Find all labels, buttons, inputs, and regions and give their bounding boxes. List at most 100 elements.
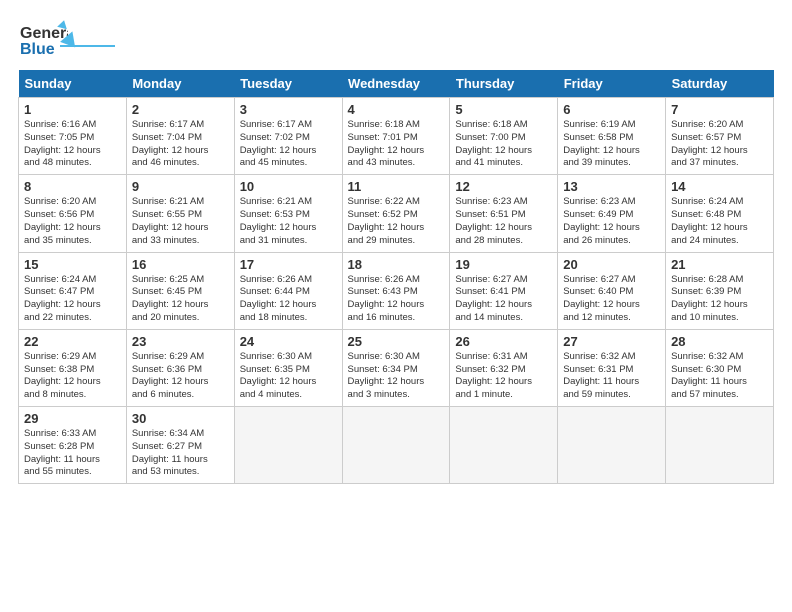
day-info: Sunrise: 6:31 AMSunset: 6:32 PMDaylight:… [455,351,552,402]
day-info: Sunrise: 6:23 AMSunset: 6:51 PMDaylight:… [455,196,552,247]
day-number: 17 [240,257,337,272]
day-number: 25 [348,334,445,349]
calendar-cell: 6Sunrise: 6:19 AMSunset: 6:58 PMDaylight… [558,98,666,175]
day-number: 15 [24,257,121,272]
weekday-header-sunday: Sunday [19,70,127,98]
weekday-header-tuesday: Tuesday [234,70,342,98]
day-number: 2 [132,102,229,117]
day-info: Sunrise: 6:30 AMSunset: 6:34 PMDaylight:… [348,351,445,402]
calendar-cell: 25 Sunrise: 6:30 AMSunset: 6:34 PMDayligh… [342,329,450,406]
week-row-4: 29 Sunrise: 6:33 AMSunset: 6:28 PMDayligh… [19,407,774,484]
day-number: 7 [671,102,768,117]
calendar-cell [450,407,558,484]
logo-underline [60,45,115,47]
day-number: 5 [455,102,552,117]
calendar-cell: 4 Sunrise: 6:18 AMSunset: 7:01 PMDaylight… [342,98,450,175]
day-number: 18 [348,257,445,272]
calendar-cell: 27 Sunrise: 6:32 AMSunset: 6:31 PMDayligh… [558,329,666,406]
day-info: Sunrise: 6:27 AMSunset: 6:41 PMDaylight:… [455,274,552,325]
day-info: Sunrise: 6:23 AMSunset: 6:49 PMDaylight:… [563,196,660,247]
day-info: Sunrise: 6:18 AMSunset: 7:00 PMDaylight:… [455,119,552,170]
day-info: Sunrise: 6:32 AMSunset: 6:30 PMDaylight:… [671,351,768,402]
day-info: Sunrise: 6:21 AMSunset: 6:53 PMDaylight:… [240,196,337,247]
calendar-cell: 10 Sunrise: 6:21 AMSunset: 6:53 PMDayligh… [234,175,342,252]
day-number: 12 [455,179,552,194]
calendar-cell: 20 Sunrise: 6:27 AMSunset: 6:40 PMDayligh… [558,252,666,329]
calendar-cell: 8 Sunrise: 6:20 AMSunset: 6:56 PMDaylight… [19,175,127,252]
calendar-cell: 15 Sunrise: 6:24 AMSunset: 6:47 PMDayligh… [19,252,127,329]
day-number: 26 [455,334,552,349]
weekday-header-friday: Friday [558,70,666,98]
day-info: Sunrise: 6:27 AMSunset: 6:40 PMDaylight:… [563,274,660,325]
calendar-cell: 13 Sunrise: 6:23 AMSunset: 6:49 PMDayligh… [558,175,666,252]
calendar-cell: 30 Sunrise: 6:34 AMSunset: 6:27 PMDayligh… [126,407,234,484]
day-info: Sunrise: 6:18 AMSunset: 7:01 PMDaylight:… [348,119,445,170]
day-number: 20 [563,257,660,272]
day-info: Sunrise: 6:16 AMSunset: 7:05 PMDaylight:… [24,119,121,170]
day-info: Sunrise: 6:20 AMSunset: 6:56 PMDaylight:… [24,196,121,247]
day-info: Sunrise: 6:26 AMSunset: 6:44 PMDaylight:… [240,274,337,325]
calendar-cell: 3Sunrise: 6:17 AMSunset: 7:02 PMDaylight… [234,98,342,175]
day-number: 24 [240,334,337,349]
day-info: Sunrise: 6:24 AMSunset: 6:47 PMDaylight:… [24,274,121,325]
day-info: Sunrise: 6:25 AMSunset: 6:45 PMDaylight:… [132,274,229,325]
calendar-cell: 11Sunrise: 6:22 AMSunset: 6:52 PMDayligh… [342,175,450,252]
day-number: 10 [240,179,337,194]
calendar-cell: 9 Sunrise: 6:21 AMSunset: 6:55 PMDaylight… [126,175,234,252]
calendar-cell: 18 Sunrise: 6:26 AMSunset: 6:43 PMDayligh… [342,252,450,329]
day-number: 14 [671,179,768,194]
logo: General Blue [18,18,115,60]
calendar-cell: 19 Sunrise: 6:27 AMSunset: 6:41 PMDayligh… [450,252,558,329]
calendar-cell: 2 Sunrise: 6:17 AMSunset: 7:04 PMDaylight… [126,98,234,175]
calendar-cell: 17 Sunrise: 6:26 AMSunset: 6:44 PMDayligh… [234,252,342,329]
logo-line: General Blue [18,18,115,60]
calendar-cell: 29 Sunrise: 6:33 AMSunset: 6:28 PMDayligh… [19,407,127,484]
day-number: 13 [563,179,660,194]
calendar-cell [342,407,450,484]
day-number: 1 [24,102,121,117]
week-row-0: 1 Sunrise: 6:16 AMSunset: 7:05 PMDaylight… [19,98,774,175]
calendar-cell: 16 Sunrise: 6:25 AMSunset: 6:45 PMDayligh… [126,252,234,329]
calendar-cell: 26 Sunrise: 6:31 AMSunset: 6:32 PMDayligh… [450,329,558,406]
day-info: Sunrise: 6:30 AMSunset: 6:35 PMDaylight:… [240,351,337,402]
calendar-cell [234,407,342,484]
day-number: 8 [24,179,121,194]
day-info: Sunrise: 6:33 AMSunset: 6:28 PMDaylight:… [24,428,121,479]
day-info: Sunrise: 6:29 AMSunset: 6:36 PMDaylight:… [132,351,229,402]
weekday-header-row: SundayMondayTuesdayWednesdayThursdayFrid… [19,70,774,98]
calendar-cell: 23 Sunrise: 6:29 AMSunset: 6:36 PMDayligh… [126,329,234,406]
page: General Blue SundayMo [0,0,792,494]
day-number: 19 [455,257,552,272]
day-number: 27 [563,334,660,349]
calendar-table: SundayMondayTuesdayWednesdayThursdayFrid… [18,70,774,484]
day-number: 4 [348,102,445,117]
calendar-cell: 5 Sunrise: 6:18 AMSunset: 7:00 PMDaylight… [450,98,558,175]
day-info: Sunrise: 6:26 AMSunset: 6:43 PMDaylight:… [348,274,445,325]
day-info: Sunrise: 6:17 AMSunset: 7:04 PMDaylight:… [132,119,229,170]
day-info: Sunrise: 6:34 AMSunset: 6:27 PMDaylight:… [132,428,229,479]
day-info: Sunrise: 6:32 AMSunset: 6:31 PMDaylight:… [563,351,660,402]
day-number: 28 [671,334,768,349]
calendar-cell [666,407,774,484]
week-row-1: 8 Sunrise: 6:20 AMSunset: 6:56 PMDaylight… [19,175,774,252]
day-number: 21 [671,257,768,272]
day-number: 9 [132,179,229,194]
calendar-cell: 24 Sunrise: 6:30 AMSunset: 6:35 PMDayligh… [234,329,342,406]
weekday-header-monday: Monday [126,70,234,98]
day-number: 23 [132,334,229,349]
day-number: 30 [132,411,229,426]
calendar-cell [558,407,666,484]
calendar-cell: 7 Sunrise: 6:20 AMSunset: 6:57 PMDaylight… [666,98,774,175]
day-number: 16 [132,257,229,272]
day-info: Sunrise: 6:17 AMSunset: 7:02 PMDaylight:… [240,119,337,170]
calendar-cell: 12 Sunrise: 6:23 AMSunset: 6:51 PMDayligh… [450,175,558,252]
calendar-cell: 22Sunrise: 6:29 AMSunset: 6:38 PMDayligh… [19,329,127,406]
day-info: Sunrise: 6:20 AMSunset: 6:57 PMDaylight:… [671,119,768,170]
day-info: Sunrise: 6:21 AMSunset: 6:55 PMDaylight:… [132,196,229,247]
day-number: 22 [24,334,121,349]
svg-text:Blue: Blue [20,41,55,58]
calendar-cell: 21Sunrise: 6:28 AMSunset: 6:39 PMDayligh… [666,252,774,329]
calendar-cell: 14 Sunrise: 6:24 AMSunset: 6:48 PMDayligh… [666,175,774,252]
day-info: Sunrise: 6:24 AMSunset: 6:48 PMDaylight:… [671,196,768,247]
day-number: 29 [24,411,121,426]
